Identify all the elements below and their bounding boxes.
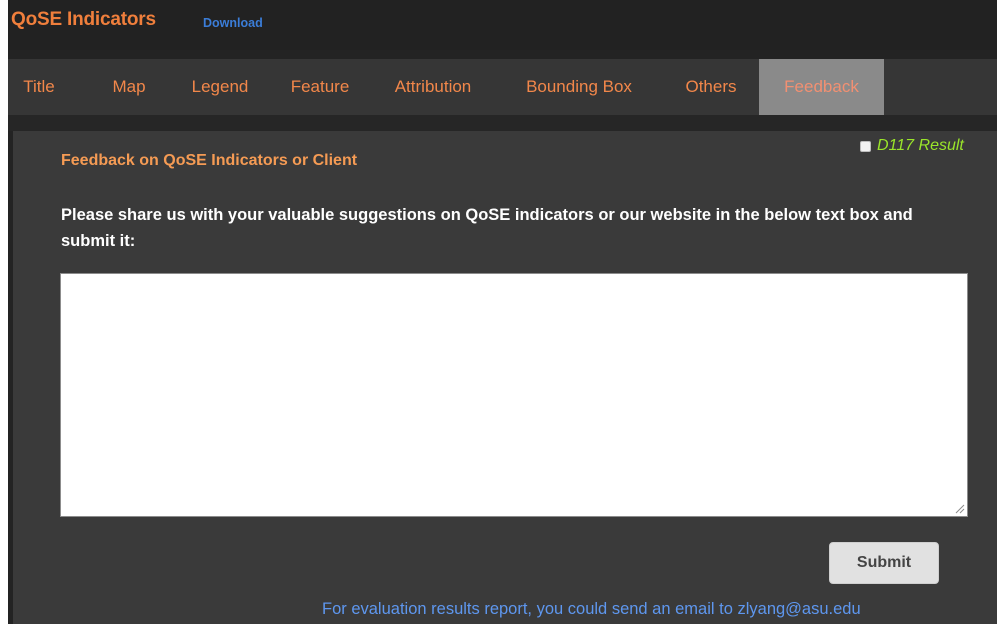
- tab-attribution[interactable]: Attribution: [370, 59, 496, 115]
- app-title: QoSE Indicators: [11, 9, 156, 30]
- tab-map[interactable]: Map: [96, 59, 162, 115]
- resize-grip-icon[interactable]: [954, 503, 965, 514]
- app-header: QoSE Indicators Download: [8, 0, 997, 50]
- tab-divider: [8, 115, 997, 131]
- tab-feature[interactable]: Feature: [278, 59, 362, 115]
- tab-feedback[interactable]: Feedback: [759, 59, 884, 115]
- tab-legend[interactable]: Legend: [176, 59, 264, 115]
- feedback-heading: Feedback on QoSE Indicators or Client: [61, 152, 358, 169]
- tab-bounding-box[interactable]: Bounding Box: [508, 59, 650, 115]
- tab-title[interactable]: Title: [12, 59, 66, 115]
- tab-others[interactable]: Others: [670, 59, 752, 115]
- app-frame: QoSE Indicators Download Title Map Legen…: [8, 0, 997, 624]
- result-toggle[interactable]: D117 Result: [860, 137, 964, 155]
- submit-button[interactable]: Submit: [829, 542, 939, 584]
- feedback-textarea[interactable]: [60, 273, 968, 517]
- result-checkbox[interactable]: [860, 140, 871, 152]
- feedback-prompt: Please share us with your valuable sugge…: [61, 206, 913, 250]
- result-toggle-label: D117 Result: [877, 137, 964, 154]
- footer-note: For evaluation results report, you could…: [322, 600, 861, 618]
- download-link[interactable]: Download: [203, 16, 263, 30]
- tab-bar: Title Map Legend Feature Attribution Bou…: [8, 59, 997, 115]
